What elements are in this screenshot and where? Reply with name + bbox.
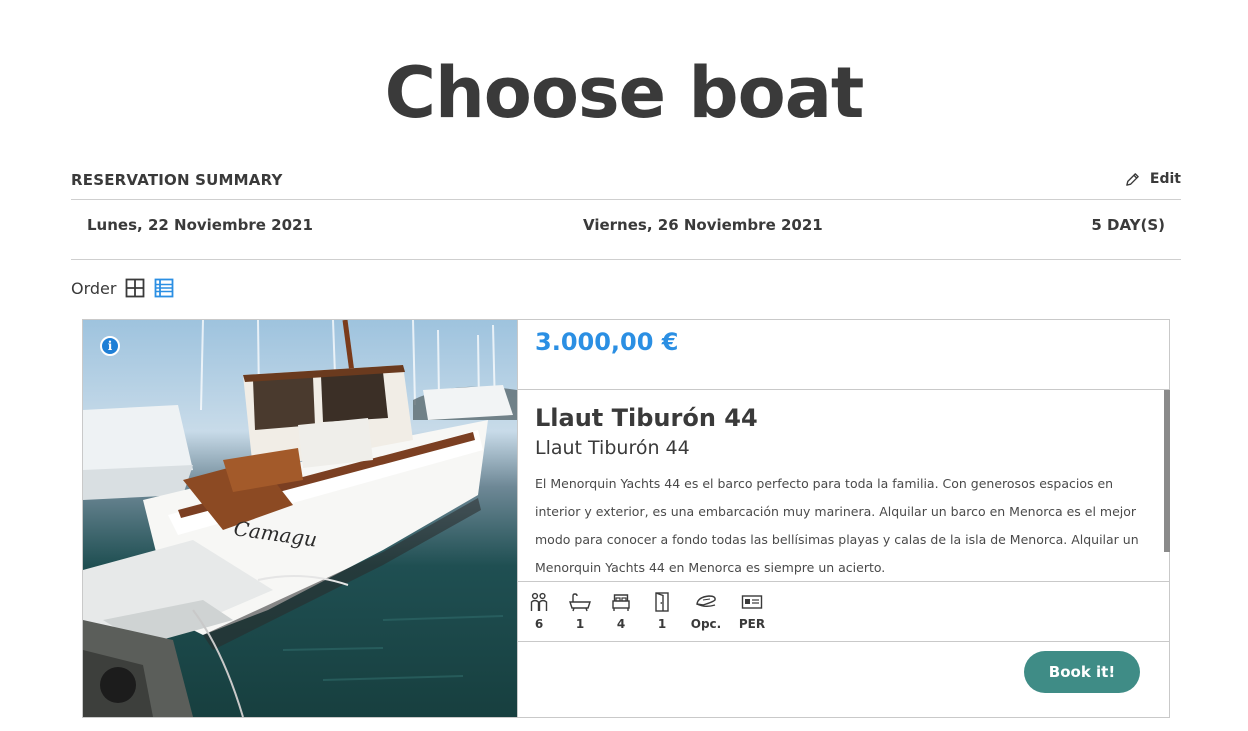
duration-days: 5 DAY(S) — [1091, 216, 1165, 234]
spec-value: 4 — [616, 617, 626, 631]
specs-row: 6 1 4 1 Opc. PER — [518, 581, 1170, 642]
spec-skipper: Opc. — [685, 592, 727, 631]
description-box: Llaut Tiburón 44 Llaut Tiburón 44 El Men… — [518, 390, 1170, 581]
order-toolbar: Order — [71, 277, 174, 299]
order-label[interactable]: Order — [71, 279, 116, 298]
edit-button[interactable]: Edit — [1125, 171, 1181, 187]
grid-view-icon[interactable] — [125, 278, 145, 298]
boat-name: Llaut Tiburón 44 — [535, 404, 758, 432]
spec-license: PER — [731, 592, 773, 631]
bathtub-icon — [569, 593, 591, 612]
spec-value: 1 — [657, 617, 667, 631]
bed-icon — [612, 594, 630, 611]
reservation-summary-header: RESERVATION SUMMARY Edit — [71, 171, 1181, 200]
people-icon — [530, 592, 548, 611]
boat-details: 3.000,00 € Llaut Tiburón 44 Llaut Tiburó… — [517, 320, 1170, 717]
spec-guests: 6 — [518, 592, 560, 631]
price-box: 3.000,00 € — [518, 320, 1170, 390]
boat-price: 3.000,00 € — [535, 328, 679, 356]
pencil-icon — [1126, 172, 1139, 186]
start-date: Lunes, 22 Noviembre 2021 — [87, 216, 313, 234]
reservation-dates-row: Lunes, 22 Noviembre 2021 Viernes, 26 Nov… — [71, 200, 1181, 260]
page-title: Choose boat — [384, 52, 865, 134]
spec-bathrooms: 1 — [559, 592, 601, 631]
boat-description: El Menorquin Yachts 44 es el barco perfe… — [535, 476, 1139, 575]
door-icon — [655, 592, 669, 612]
info-icon[interactable]: i — [100, 336, 120, 356]
reservation-summary-title: RESERVATION SUMMARY — [71, 171, 283, 189]
spec-value: 1 — [575, 617, 585, 631]
edit-label: Edit — [1149, 171, 1181, 187]
boat-photo[interactable]: Camagu i — [83, 320, 517, 717]
spec-cabins: 1 — [641, 592, 683, 631]
spec-value: PER — [738, 617, 766, 631]
spec-berths: 4 — [600, 592, 642, 631]
spec-value: 6 — [534, 617, 544, 631]
captain-hat-icon — [696, 595, 716, 607]
boat-model: Llaut Tiburón 44 — [535, 437, 690, 459]
list-view-icon[interactable] — [154, 278, 174, 298]
license-icon — [741, 595, 763, 609]
end-date: Viernes, 26 Noviembre 2021 — [583, 216, 823, 234]
spec-value: Opc. — [690, 617, 722, 631]
description-scrollbar[interactable] — [1164, 390, 1170, 552]
boat-card: Camagu i 3.000,00 € Llaut Tiburón 44 Lla… — [82, 319, 1170, 718]
book-button[interactable]: Book it! — [1024, 651, 1140, 693]
boat-illustration: Camagu — [83, 320, 517, 717]
